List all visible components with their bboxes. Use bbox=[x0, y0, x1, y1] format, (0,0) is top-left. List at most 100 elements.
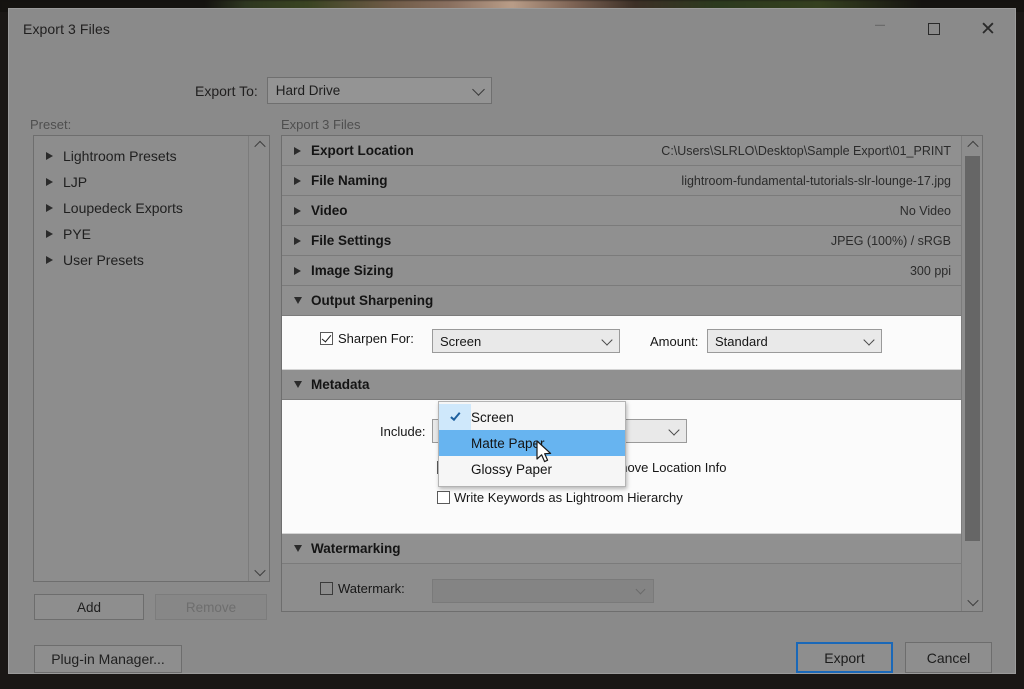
export-settings-panel: Export Location C:\Users\SLRLO\Desktop\S… bbox=[281, 135, 983, 612]
preset-item-label: PYE bbox=[63, 226, 91, 242]
dropdown-option-screen[interactable]: Screen bbox=[439, 404, 625, 430]
section-value: lightroom-fundamental-tutorials-slr-loun… bbox=[681, 174, 951, 188]
include-label: Include: bbox=[380, 424, 426, 439]
preset-item-pye[interactable]: PYE bbox=[34, 221, 249, 247]
section-title: Output Sharpening bbox=[311, 293, 433, 308]
section-value: JPEG (100%) / sRGB bbox=[831, 234, 951, 248]
section-title: File Naming bbox=[311, 173, 388, 188]
preset-item-loupedeck-exports[interactable]: Loupedeck Exports bbox=[34, 195, 249, 221]
preset-label: Preset: bbox=[30, 117, 71, 132]
panel-scrollbar[interactable] bbox=[961, 136, 982, 611]
chevron-down-icon bbox=[668, 424, 679, 435]
watermark-select[interactable] bbox=[432, 579, 654, 603]
panel-scrollbar-thumb[interactable] bbox=[965, 156, 980, 541]
section-value: 300 ppi bbox=[910, 264, 951, 278]
triangle-right-icon bbox=[294, 147, 301, 155]
watermark-label: Watermark: bbox=[338, 581, 405, 596]
section-value: C:\Users\SLRLO\Desktop\Sample Export\01_… bbox=[661, 144, 951, 158]
dropdown-option-matte-paper[interactable]: Matte Paper bbox=[439, 430, 625, 456]
sharpen-for-row: Sharpen For: bbox=[320, 331, 414, 346]
sharpen-for-checkbox[interactable] bbox=[320, 332, 333, 345]
triangle-right-icon bbox=[46, 230, 53, 238]
plugin-manager-button[interactable]: Plug-in Manager... bbox=[34, 645, 182, 673]
check-placeholder bbox=[439, 430, 471, 456]
triangle-right-icon bbox=[294, 207, 301, 215]
export-button[interactable]: Export bbox=[796, 642, 893, 673]
preset-item-label: LJP bbox=[63, 174, 87, 190]
section-video[interactable]: Video No Video bbox=[282, 196, 963, 226]
write-keywords-row: Write Keywords as Lightroom Hierarchy bbox=[437, 490, 683, 505]
preset-list: Lightroom Presets LJP Loupedeck Exports … bbox=[34, 136, 249, 581]
scroll-down-icon[interactable] bbox=[962, 593, 983, 611]
section-metadata[interactable]: Metadata bbox=[282, 370, 963, 400]
maximize-icon[interactable] bbox=[907, 9, 961, 49]
export-to-row: Export To: Hard Drive bbox=[195, 77, 492, 104]
triangle-right-icon bbox=[294, 267, 301, 275]
scroll-down-icon[interactable] bbox=[249, 563, 270, 581]
scroll-up-icon[interactable] bbox=[249, 136, 270, 154]
triangle-down-icon bbox=[294, 545, 302, 552]
section-output-sharpening[interactable]: Output Sharpening bbox=[282, 286, 963, 316]
section-export-location[interactable]: Export Location C:\Users\SLRLO\Desktop\S… bbox=[282, 136, 963, 166]
write-keywords-checkbox[interactable] bbox=[437, 491, 450, 504]
remove-preset-button: Remove bbox=[155, 594, 267, 620]
export-settings-list: Export Location C:\Users\SLRLO\Desktop\S… bbox=[282, 136, 963, 611]
panel-caption: Export 3 Files bbox=[281, 117, 360, 132]
preset-item-ljp[interactable]: LJP bbox=[34, 169, 249, 195]
section-value: No Video bbox=[900, 204, 951, 218]
section-image-sizing[interactable]: Image Sizing 300 ppi bbox=[282, 256, 963, 286]
amount-label: Amount: bbox=[650, 334, 698, 349]
dropdown-option-label: Glossy Paper bbox=[471, 462, 552, 477]
add-preset-button[interactable]: Add bbox=[34, 594, 144, 620]
triangle-right-icon bbox=[46, 256, 53, 264]
title-bar: Export 3 Files – ✕ bbox=[9, 9, 1015, 49]
export-to-select[interactable]: Hard Drive bbox=[267, 77, 492, 104]
section-watermarking[interactable]: Watermarking bbox=[282, 534, 963, 564]
section-file-settings[interactable]: File Settings JPEG (100%) / sRGB bbox=[282, 226, 963, 256]
watermarking-body: Watermark: bbox=[282, 564, 963, 612]
export-to-value: Hard Drive bbox=[276, 83, 341, 98]
export-to-label: Export To: bbox=[195, 83, 258, 99]
section-title: Image Sizing bbox=[311, 263, 394, 278]
dialog-body: Export To: Hard Drive Preset: Lightroom … bbox=[9, 49, 1017, 675]
chevron-down-icon bbox=[636, 585, 646, 595]
preset-item-lightroom-presets[interactable]: Lightroom Presets bbox=[34, 143, 249, 169]
section-title: Metadata bbox=[311, 377, 370, 392]
amount-select[interactable]: Standard bbox=[707, 329, 882, 353]
export-dialog: Export 3 Files – ✕ Export To: Hard Drive… bbox=[8, 8, 1016, 674]
sharpen-for-label: Sharpen For: bbox=[338, 331, 414, 346]
write-keywords-label: Write Keywords as Lightroom Hierarchy bbox=[454, 490, 683, 505]
cancel-button[interactable]: Cancel bbox=[905, 642, 992, 673]
output-sharpening-body: Sharpen For: Screen Amount: Standard bbox=[282, 316, 963, 370]
triangle-down-icon bbox=[294, 381, 302, 388]
chevron-down-icon bbox=[863, 334, 874, 345]
close-icon[interactable]: ✕ bbox=[961, 9, 1015, 49]
preset-list-box: Lightroom Presets LJP Loupedeck Exports … bbox=[33, 135, 270, 582]
section-file-naming[interactable]: File Naming lightroom-fundamental-tutori… bbox=[282, 166, 963, 196]
watermark-row: Watermark: bbox=[320, 581, 405, 596]
minimize-icon[interactable]: – bbox=[853, 9, 907, 49]
chevron-down-icon bbox=[472, 83, 485, 96]
triangle-right-icon bbox=[294, 177, 301, 185]
triangle-right-icon bbox=[46, 152, 53, 160]
section-title: Watermarking bbox=[311, 541, 401, 556]
section-title: File Settings bbox=[311, 233, 391, 248]
triangle-right-icon bbox=[46, 204, 53, 212]
preset-item-user-presets[interactable]: User Presets bbox=[34, 247, 249, 273]
check-icon bbox=[439, 404, 471, 430]
preset-scrollbar[interactable] bbox=[248, 136, 269, 581]
dropdown-option-label: Screen bbox=[471, 410, 514, 425]
sharpen-for-value: Screen bbox=[440, 334, 481, 349]
preset-item-label: Lightroom Presets bbox=[63, 148, 177, 164]
window-title: Export 3 Files bbox=[23, 21, 110, 37]
section-title: Export Location bbox=[311, 143, 414, 158]
sharpen-for-select[interactable]: Screen bbox=[432, 329, 620, 353]
scroll-up-icon[interactable] bbox=[962, 136, 983, 154]
watermark-checkbox[interactable] bbox=[320, 582, 333, 595]
triangle-right-icon bbox=[294, 237, 301, 245]
chevron-down-icon bbox=[601, 334, 612, 345]
dropdown-option-label: Matte Paper bbox=[471, 436, 545, 451]
sharpen-for-dropdown-menu[interactable]: Screen Matte Paper Glossy Paper bbox=[438, 401, 626, 487]
dropdown-option-glossy-paper[interactable]: Glossy Paper bbox=[439, 456, 625, 482]
triangle-right-icon bbox=[46, 178, 53, 186]
